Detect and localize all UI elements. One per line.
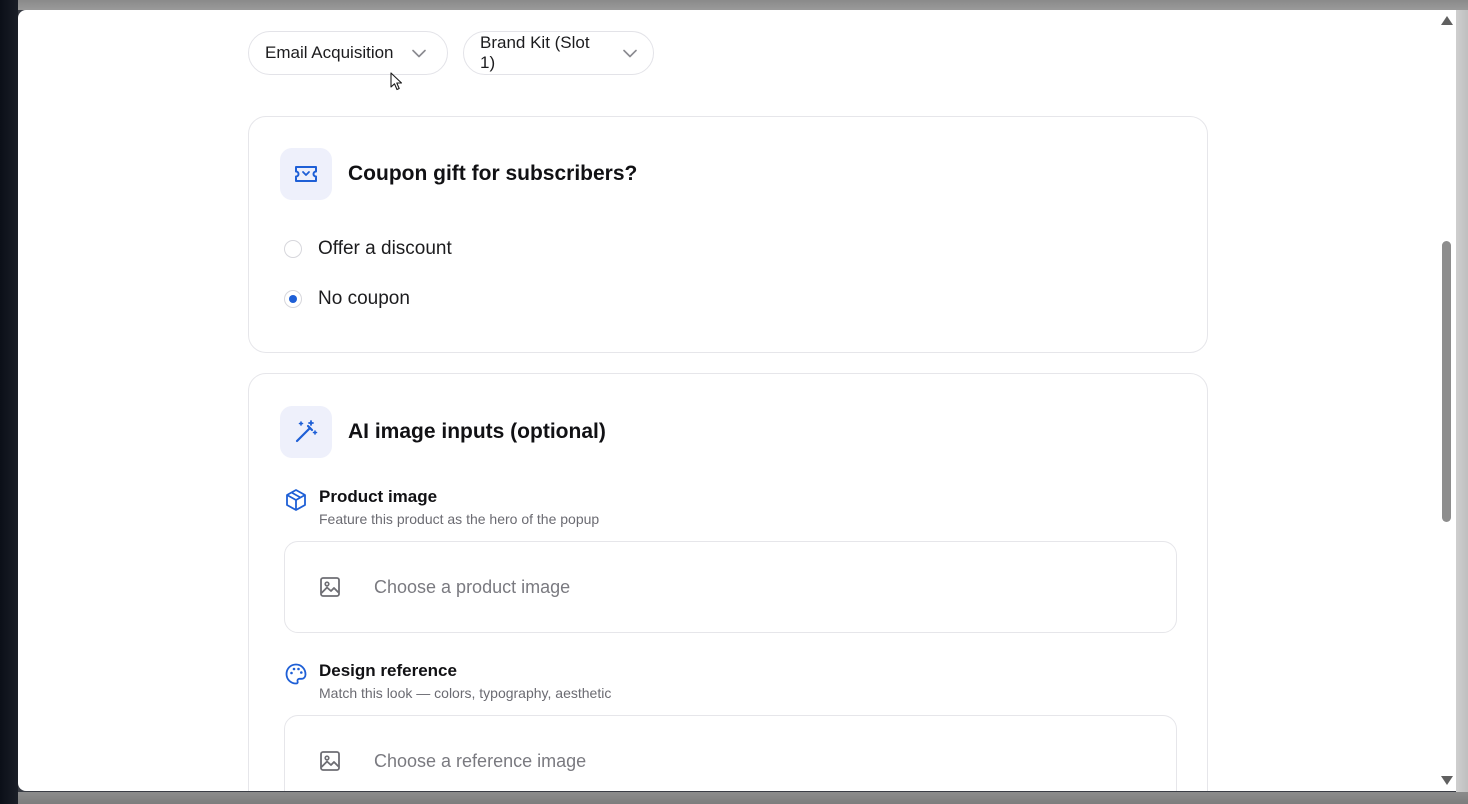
goal-dropdown[interactable]: Email Acquisition: [248, 31, 448, 75]
scroll-down-arrow-icon[interactable]: [1441, 776, 1453, 785]
popup-builder-window: Email Acquisition Brand Kit (Slot 1) Cou…: [18, 10, 1456, 791]
ticket-icon: [280, 148, 332, 200]
design-reference-section: Design reference Match this look — color…: [284, 660, 611, 701]
radio-button[interactable]: [284, 240, 302, 258]
reference-image-picker-label: Choose a reference image: [374, 750, 587, 771]
goal-dropdown-label: Email Acquisition: [265, 43, 394, 62]
chevron-down-icon: [411, 46, 426, 60]
palette-icon: [284, 662, 308, 686]
coupon-card-header: Coupon gift for subscribers?: [280, 148, 637, 200]
radio-label: No coupon: [318, 288, 410, 309]
box-icon: [284, 488, 308, 512]
product-image-subtitle: Feature this product as the hero of the …: [319, 511, 600, 527]
ai-card-header: AI image inputs (optional): [280, 406, 606, 458]
brand-kit-dropdown[interactable]: Brand Kit (Slot 1): [463, 31, 654, 75]
brand-kit-dropdown-label: Brand Kit (Slot 1): [480, 33, 590, 72]
radio-offer-discount[interactable]: Offer a discount: [284, 238, 452, 260]
magic-wand-icon: [280, 406, 332, 458]
scroll-up-arrow-icon[interactable]: [1441, 16, 1453, 25]
coupon-card: Coupon gift for subscribers? Offer a dis…: [248, 116, 1208, 353]
vertical-scrollbar[interactable]: [1438, 10, 1456, 791]
radio-button-selected[interactable]: [284, 290, 302, 308]
product-image-title: Product image: [319, 487, 438, 506]
reference-image-picker[interactable]: Choose a reference image: [284, 715, 1177, 791]
product-image-section: Product image Feature this product as th…: [284, 486, 599, 527]
product-image-picker-label: Choose a product image: [374, 576, 571, 597]
coupon-card-title: Coupon gift for subscribers?: [348, 162, 638, 185]
mouse-cursor-icon: [390, 72, 404, 92]
radio-no-coupon[interactable]: No coupon: [284, 288, 410, 310]
ai-card-title: AI image inputs (optional): [348, 420, 606, 443]
image-icon: [318, 749, 342, 773]
design-reference-title: Design reference: [319, 661, 457, 680]
design-reference-subtitle: Match this look — colors, typography, ae…: [319, 685, 612, 701]
product-image-picker[interactable]: Choose a product image: [284, 541, 1177, 633]
chevron-down-icon: [623, 46, 637, 60]
image-icon: [318, 575, 342, 599]
radio-label: Offer a discount: [318, 238, 452, 259]
scrollbar-thumb[interactable]: [1442, 241, 1451, 522]
ai-image-inputs-card: AI image inputs (optional) Product image…: [248, 373, 1208, 791]
